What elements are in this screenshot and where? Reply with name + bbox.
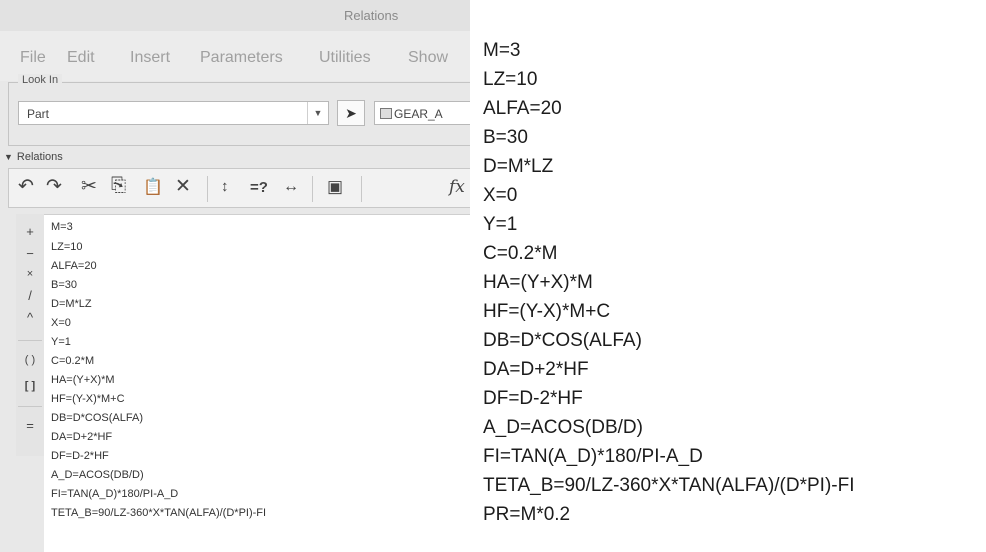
big-relation-line: M=3 <box>483 40 521 61</box>
relation-line: DA=D+2*HF <box>51 431 113 443</box>
toolbar-separator <box>312 176 313 202</box>
look-in-type-value: Part <box>27 107 50 121</box>
chevron-down-icon[interactable]: ▼ <box>307 102 328 124</box>
pointer-icon: ➤ <box>345 105 357 121</box>
relations-dialog: Relations File Edit Insert Parameters Ut… <box>0 0 470 552</box>
relation-line: DB=D*COS(ALFA) <box>51 412 143 424</box>
paste-icon[interactable]: 📋 <box>143 177 163 197</box>
evaluate-icon[interactable]: ▣ <box>327 177 343 197</box>
undo-icon[interactable]: ↶ <box>18 175 34 198</box>
toolbar-separator <box>361 176 362 202</box>
big-relation-line: DF=D-2*HF <box>483 388 583 409</box>
big-relation-line: DB=D*COS(ALFA) <box>483 330 642 351</box>
divide-operator-button[interactable]: / <box>16 288 44 303</box>
units-icon[interactable]: ↔ <box>283 178 299 196</box>
relation-line: C=0.2*M <box>51 355 95 367</box>
menu-show[interactable]: Show <box>408 49 448 67</box>
relations-listing-enlarged: M=3 LZ=10 ALFA=20 B=30 D=M*LZ X=0 Y=1 C=… <box>483 0 986 552</box>
big-relation-line: B=30 <box>483 127 528 148</box>
big-relation-line: C=0.2*M <box>483 243 558 264</box>
model-name: GEAR_A <box>394 107 443 121</box>
menu-utilities[interactable]: Utilities <box>319 49 371 67</box>
plus-operator-button[interactable]: + <box>16 224 44 239</box>
relations-section-label: Relations <box>16 151 63 163</box>
relation-line: FI=TAN(A_D)*180/PI-A_D <box>51 488 179 500</box>
menu-bar: File Edit Insert Parameters Utilities Sh… <box>0 31 470 81</box>
big-relation-line: HA=(Y+X)*M <box>483 272 593 293</box>
relation-line: Y=1 <box>51 336 71 348</box>
big-relation-line: DA=D+2*HF <box>483 359 589 380</box>
relation-line: A_D=ACOS(DB/D) <box>51 469 144 481</box>
big-relation-line: TETA_B=90/LZ-360*X*TAN(ALFA)/(D*PI)-FI <box>483 475 855 496</box>
operator-separator <box>18 340 42 341</box>
part-icon <box>380 108 392 119</box>
collapse-triangle-icon: ▼ <box>4 152 13 162</box>
big-relation-line: PR=M*0.2 <box>483 504 571 525</box>
relation-line: DF=D-2*HF <box>51 450 109 462</box>
relations-toolbar: ↶ ↷ ✂ ⎘ 📋 ✕ ↕ =? ↔ ▣ fx <box>8 168 470 208</box>
brackets-operator-button[interactable]: [ ] <box>16 380 44 392</box>
big-relation-line: HF=(Y-X)*M+C <box>483 301 611 322</box>
model-name-field[interactable]: GEAR_A <box>374 101 470 125</box>
relation-line: LZ=10 <box>51 241 83 253</box>
big-relation-line: LZ=10 <box>483 69 538 90</box>
big-relation-line: ALFA=20 <box>483 98 562 119</box>
relation-line: M=3 <box>51 221 73 233</box>
verify-icon[interactable]: =? <box>250 179 268 196</box>
sort-icon[interactable]: ↕ <box>221 178 229 195</box>
big-relation-line: FI=TAN(A_D)*180/PI-A_D <box>483 446 703 467</box>
operator-separator <box>18 406 42 407</box>
relations-editor[interactable]: M=3 LZ=10 ALFA=20 B=30 D=M*LZ X=0 Y=1 C=… <box>44 214 470 552</box>
menu-file[interactable]: File <box>20 49 46 67</box>
toolbar-separator <box>207 176 208 202</box>
select-pointer-button[interactable]: ➤ <box>337 100 365 126</box>
cut-icon[interactable]: ✂ <box>81 175 97 198</box>
title-bar: Relations <box>0 0 470 32</box>
big-relation-line: X=0 <box>483 185 518 206</box>
big-relation-line: D=M*LZ <box>483 156 554 177</box>
parentheses-operator-button[interactable]: ( ) <box>16 354 44 366</box>
multiply-operator-button[interactable]: × <box>16 268 44 280</box>
copy-icon[interactable]: ⎘ <box>111 175 126 197</box>
relation-line: X=0 <box>51 317 71 329</box>
minus-operator-button[interactable]: − <box>16 246 44 261</box>
delete-icon[interactable]: ✕ <box>175 175 191 198</box>
relation-line: TETA_B=90/LZ-360*X*TAN(ALFA)/(D*PI)-FI <box>51 507 267 519</box>
menu-parameters[interactable]: Parameters <box>200 49 283 67</box>
equals-operator-button[interactable]: = <box>16 418 44 433</box>
relation-line: HA=(Y+X)*M <box>51 374 115 386</box>
menu-edit[interactable]: Edit <box>67 49 95 67</box>
redo-icon[interactable]: ↷ <box>46 175 62 198</box>
menu-insert[interactable]: Insert <box>130 49 170 67</box>
operator-palette: + − × / ^ ( ) [ ] = <box>16 214 45 456</box>
power-operator-button[interactable]: ^ <box>16 310 44 325</box>
big-relation-line: Y=1 <box>483 214 518 235</box>
relation-line: B=30 <box>51 279 77 291</box>
look-in-type-select[interactable]: Part ▼ <box>18 101 329 125</box>
relations-section-toggle[interactable]: ▼ Relations <box>4 151 63 163</box>
look-in-label: Look In <box>18 74 63 86</box>
relation-line: D=M*LZ <box>51 298 92 310</box>
relation-line: HF=(Y-X)*M+C <box>51 393 125 405</box>
relation-line: ALFA=20 <box>51 260 97 272</box>
window-title: Relations <box>344 8 399 23</box>
insert-function-icon[interactable]: fx <box>449 177 465 197</box>
big-relation-line: A_D=ACOS(DB/D) <box>483 417 643 438</box>
